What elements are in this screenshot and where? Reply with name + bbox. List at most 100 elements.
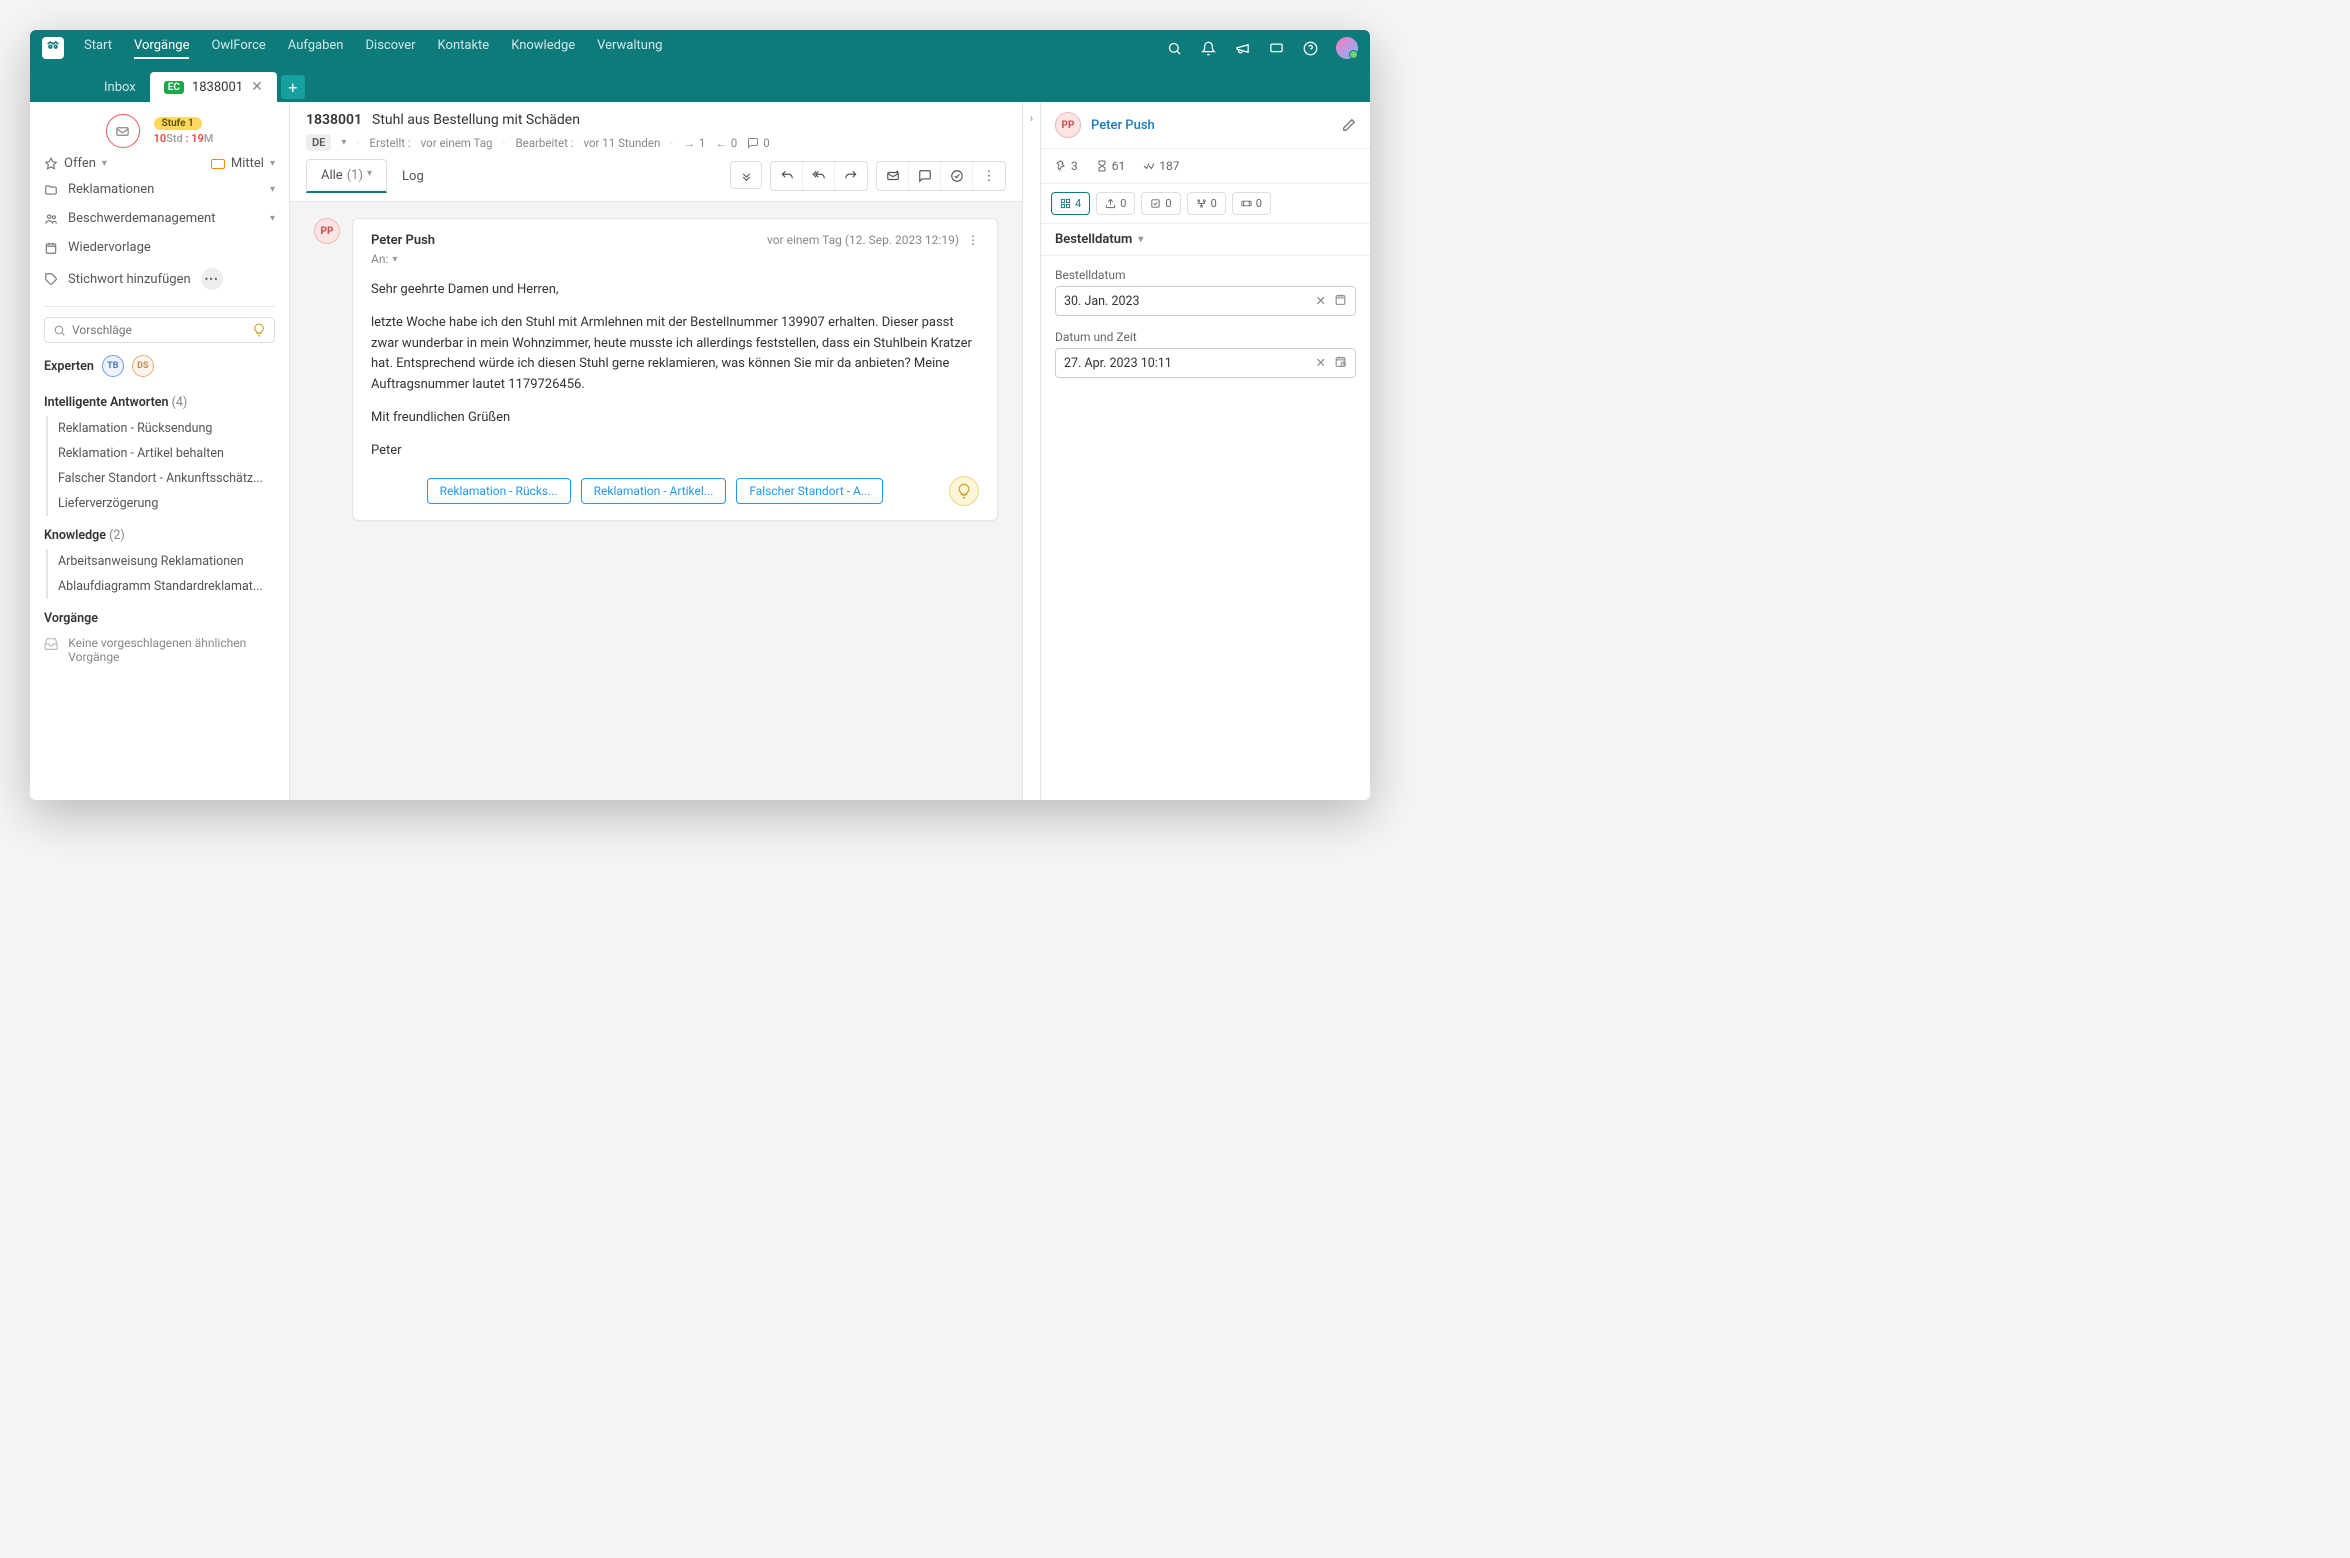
ia-item[interactable]: Falscher Standort - Ankunftsschätz... (46, 466, 275, 491)
team-selector[interactable]: Beschwerdemanagement ▾ (44, 204, 275, 233)
nav-owlforce[interactable]: OwlForce (211, 38, 265, 59)
contact-name[interactable]: Peter Push (1091, 118, 1155, 133)
created-value: vor einem Tag (421, 136, 493, 150)
cases-empty: Keine vorgeschlagenen ähnlichen Vorgänge (68, 636, 275, 664)
right-panel-toggle[interactable]: › (1022, 102, 1040, 800)
user-avatar[interactable] (1336, 37, 1358, 59)
lightbulb-icon[interactable] (252, 323, 266, 337)
nav-kontakte[interactable]: Kontakte (438, 38, 490, 59)
reply-all-button[interactable] (803, 162, 835, 190)
nav-discover[interactable]: Discover (366, 38, 416, 59)
calendar-clock-icon[interactable] (1334, 355, 1347, 368)
knowledge-title: Knowledge (44, 528, 106, 543)
tab-add-button[interactable]: + (281, 75, 305, 99)
tabs-bar: Inbox EC 1838001 ✕ + (30, 66, 1370, 102)
knowledge-item[interactable]: Ablaufdiagramm Standardreklamat... (46, 574, 275, 599)
msg-p1: Sehr geehrte Damen und Herren, (371, 280, 979, 301)
nav-menu: Start Vorgänge OwlForce Aufgaben Discover Kon… (84, 38, 662, 59)
ia-count: (4) (172, 395, 188, 410)
expert-tb[interactable]: TB (102, 355, 124, 377)
nav-knowledge[interactable]: Knowledge (511, 38, 575, 59)
rp-tab-4[interactable]: 0 (1232, 192, 1271, 215)
reply-button[interactable] (771, 162, 803, 190)
msg-from: Peter Push (371, 233, 435, 248)
rp-tab-2[interactable]: 0 (1141, 192, 1180, 215)
team-icon (44, 212, 58, 226)
folder-icon (44, 183, 58, 197)
f1-label: Bestelldatum (1055, 268, 1356, 282)
datetime-field[interactable]: 27. Apr. 2023 10:11 ✕ (1055, 348, 1356, 378)
suggestion-chip[interactable]: Reklamation - Rücks... (427, 478, 571, 504)
chat-icon[interactable] (1268, 40, 1284, 56)
subtab-log[interactable]: Log (387, 160, 439, 193)
status-icon (44, 157, 58, 171)
top-navbar: Start Vorgänge OwlForce Aufgaben Discover Kon… (30, 30, 1370, 66)
tab-inbox[interactable]: Inbox (90, 72, 150, 102)
nav-start[interactable]: Start (84, 38, 112, 59)
bell-icon[interactable] (1200, 40, 1216, 56)
ia-item[interactable]: Reklamation - Artikel behalten (46, 441, 275, 466)
experts-label: Experten (44, 359, 94, 374)
suggestion-chip[interactable]: Falscher Standort - A... (736, 478, 883, 504)
search-icon[interactable] (1166, 40, 1182, 56)
note-button[interactable] (877, 162, 909, 190)
status-selector[interactable]: Offen▾ (44, 156, 107, 171)
stat-checks: 187 (1143, 159, 1179, 173)
sla-timer: 10Std : 19M (154, 132, 214, 145)
stat-pins: 3 (1055, 159, 1078, 173)
rp-tab-0[interactable]: 4 (1051, 192, 1090, 215)
followup-row[interactable]: Wiedervorlage (44, 233, 275, 262)
inbox-icon (44, 636, 58, 652)
app-logo[interactable] (42, 37, 64, 59)
add-tag[interactable]: Stichwort hinzufügen (68, 272, 191, 287)
suggestion-search[interactable] (44, 317, 275, 343)
msg-p3: Mit freundlichen Grüßen (371, 408, 979, 429)
search-icon (53, 324, 66, 337)
tab-close-icon[interactable]: ✕ (251, 79, 263, 95)
calendar-icon (44, 241, 58, 255)
tag-icon (44, 272, 58, 286)
f2-label: Datum und Zeit (1055, 330, 1356, 344)
more-button[interactable]: ⋮ (973, 162, 1005, 190)
suggestion-chip[interactable]: Reklamation - Artikel... (581, 478, 727, 504)
ia-item[interactable]: Reklamation - Rücksendung (46, 416, 275, 441)
rp-tab-3[interactable]: 0 (1187, 192, 1226, 215)
edited-label: Bearbeitet : (515, 136, 573, 150)
category-selector[interactable]: Reklamationen ▾ (44, 175, 275, 204)
center-panel: 1838001 Stuhl aus Bestellung mit Schäden… (290, 102, 1022, 800)
tab-case[interactable]: EC 1838001 ✕ (150, 72, 277, 102)
search-input[interactable] (72, 323, 246, 337)
language-badge[interactable]: DE (306, 134, 331, 151)
case-id: 1838001 (306, 112, 362, 128)
forward-button[interactable] (835, 162, 867, 190)
comment-button[interactable] (909, 162, 941, 190)
clear-icon[interactable]: ✕ (1316, 355, 1326, 371)
rp-tab-1[interactable]: 0 (1096, 192, 1135, 215)
help-icon[interactable] (1302, 40, 1318, 56)
edited-value: vor 11 Stunden (584, 136, 661, 150)
ia-item[interactable]: Lieferverzögerung (46, 491, 275, 516)
created-label: Erstellt : (369, 136, 410, 150)
subtab-all[interactable]: Alle (1) ▾ (306, 159, 387, 193)
priority-selector[interactable]: Mittel▾ (211, 156, 275, 171)
clear-icon[interactable]: ✕ (1316, 293, 1326, 309)
collapse-button[interactable] (730, 161, 762, 189)
nav-verwaltung[interactable]: Verwaltung (597, 38, 662, 59)
msg-p2: letzte Woche habe ich den Stuhl mit Arml… (371, 313, 979, 396)
megaphone-icon[interactable] (1234, 40, 1250, 56)
nav-vorgänge[interactable]: Vorgänge (134, 38, 189, 59)
stat-time: 61 (1096, 159, 1126, 173)
check-button[interactable] (941, 162, 973, 190)
rp-section-dropdown[interactable]: Bestelldatum▾ (1041, 224, 1370, 256)
expert-ds[interactable]: DS (132, 355, 154, 377)
forward-count: → 1 (683, 136, 705, 150)
edit-icon[interactable] (1342, 118, 1356, 132)
order-date-field[interactable]: 30. Jan. 2023 ✕ (1055, 286, 1356, 316)
message-card: Peter Push vor einem Tag (12. Sep. 2023 … (352, 218, 998, 521)
more-menu[interactable]: ••• (201, 268, 223, 290)
nav-aufgaben[interactable]: Aufgaben (288, 38, 344, 59)
ai-bulb-badge[interactable] (949, 476, 979, 506)
knowledge-item[interactable]: Arbeitsanweisung Reklamationen (46, 549, 275, 574)
msg-menu[interactable]: ⋮ (967, 233, 979, 247)
calendar-icon[interactable] (1334, 293, 1347, 306)
